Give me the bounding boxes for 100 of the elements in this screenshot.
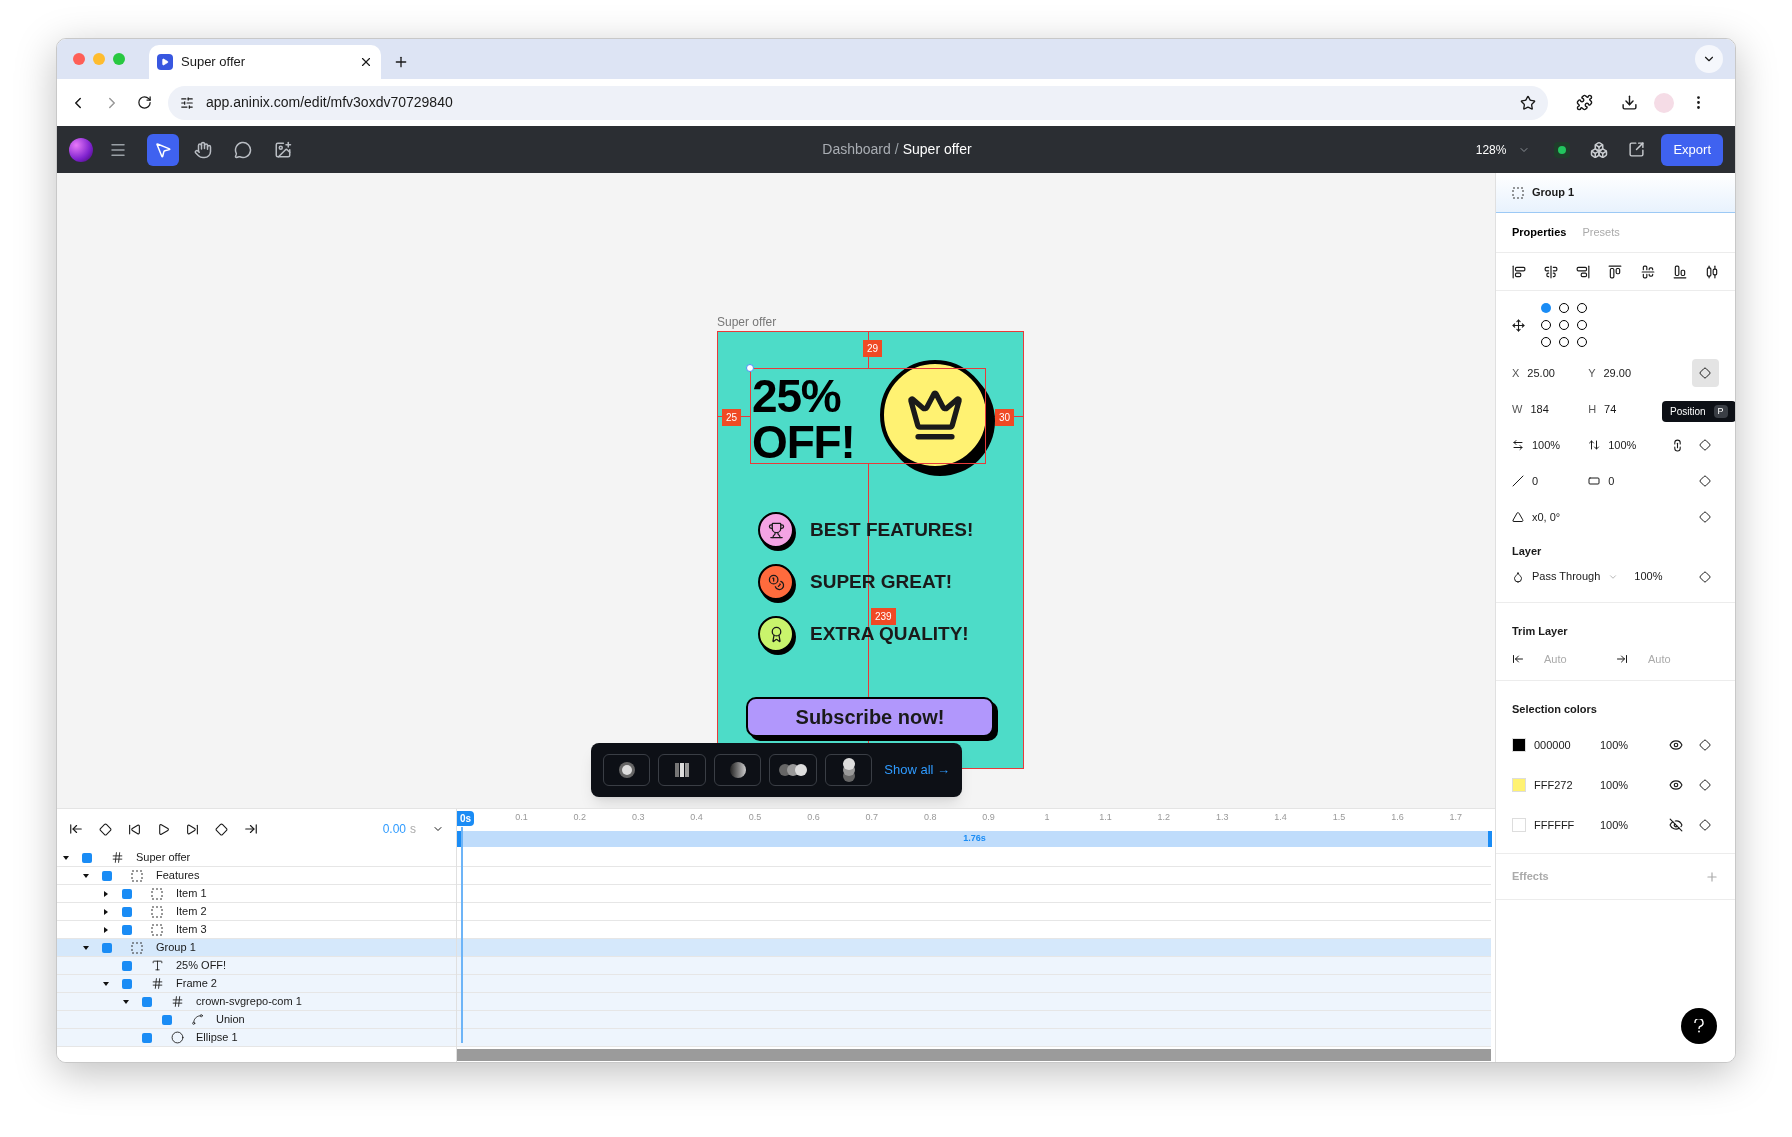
layer-row[interactable]: Item 3	[57, 921, 456, 939]
distribute-icon[interactable]	[1704, 264, 1719, 279]
property-field[interactable]: 100%	[1512, 436, 1589, 454]
property-field[interactable]: x0, 0°	[1512, 508, 1589, 526]
layer-row[interactable]: Group 1	[57, 939, 456, 957]
extensions-icon[interactable]	[1576, 94, 1593, 111]
eye-icon[interactable]	[1669, 738, 1683, 752]
layer-row[interactable]: Frame 2	[57, 975, 456, 993]
breadcrumb-item[interactable]: Dashboard	[822, 139, 891, 160]
expanded-caret-icon[interactable]	[62, 853, 70, 862]
share-icon[interactable]	[1628, 141, 1646, 158]
layer-row[interactable]: Item 1	[57, 885, 456, 903]
select-tool-button[interactable]	[147, 133, 179, 166]
anchor-point[interactable]	[1541, 337, 1551, 347]
previous-keyframe-icon[interactable]	[99, 822, 112, 836]
property-field[interactable]: Y 29.00	[1588, 364, 1665, 382]
panel-tab[interactable]: Properties	[1512, 224, 1567, 241]
help-button[interactable]	[1681, 1008, 1717, 1044]
anchor-point[interactable]	[1541, 320, 1551, 330]
collapsed-caret-icon[interactable]	[102, 889, 110, 898]
color-opacity[interactable]: 100%	[1600, 816, 1669, 834]
horizontal-scrollbar[interactable]	[457, 1049, 1491, 1061]
collapsed-caret-icon[interactable]	[102, 925, 110, 934]
download-icon[interactable]	[1621, 94, 1638, 111]
keyframe-button[interactable]	[1691, 359, 1719, 387]
property-field[interactable]: 0	[1512, 472, 1589, 490]
expanded-caret-icon[interactable]	[82, 871, 90, 880]
layer-row[interactable]: 25% OFF!	[57, 957, 456, 975]
bookmark-star-icon[interactable]	[1520, 94, 1536, 111]
anchor-point[interactable]	[1577, 320, 1587, 330]
step-forward-icon[interactable]	[186, 822, 199, 836]
eye-icon[interactable]	[1669, 778, 1683, 792]
preset-button[interactable]	[658, 754, 706, 786]
logo-icon[interactable]	[69, 137, 93, 162]
property-field[interactable]: 0	[1588, 472, 1665, 490]
align-top-icon[interactable]	[1608, 264, 1623, 279]
blend-mode[interactable]: Pass Through	[1532, 568, 1601, 585]
preset-button[interactable]	[713, 754, 762, 786]
preset-button[interactable]	[769, 754, 817, 786]
visibility-toggle[interactable]	[122, 924, 132, 935]
align-left-icon[interactable]	[1512, 264, 1526, 279]
layer-row[interactable]: crown-svgrepo-com 1	[57, 993, 456, 1011]
expanded-caret-icon[interactable]	[102, 979, 110, 988]
layer-row[interactable]: Item 2	[57, 903, 456, 921]
color-hex[interactable]: FFF272	[1534, 776, 1600, 794]
color-swatch[interactable]	[1512, 738, 1526, 752]
site-settings-icon[interactable]	[180, 95, 194, 110]
layer-row[interactable]: Super offer	[57, 849, 456, 867]
components-icon[interactable]	[1590, 140, 1609, 159]
property-field[interactable]: W 184	[1512, 400, 1589, 418]
align-bottom-icon[interactable]	[1672, 264, 1687, 279]
visibility-toggle[interactable]	[142, 1032, 152, 1043]
expanded-caret-icon[interactable]	[82, 943, 90, 952]
preset-button[interactable]	[824, 754, 873, 786]
close-icon[interactable]	[359, 55, 373, 69]
visibility-toggle[interactable]	[162, 1014, 172, 1025]
anchor-point[interactable]	[1577, 337, 1587, 347]
color-hex[interactable]: FFFFFF	[1534, 816, 1600, 834]
address-field[interactable]: app.aninix.com/edit/mfv3oxdv70729840	[168, 85, 1548, 120]
resize-handle[interactable]	[746, 364, 754, 372]
align-middle-icon[interactable]	[1640, 264, 1655, 279]
visibility-toggle[interactable]	[142, 996, 152, 1007]
color-hex[interactable]: 000000	[1534, 736, 1600, 754]
color-opacity[interactable]: 100%	[1600, 776, 1669, 794]
preset-button[interactable]	[603, 754, 651, 786]
play-icon[interactable]	[157, 822, 170, 836]
export-button[interactable]: Export	[1661, 133, 1723, 166]
jump-to-start-icon[interactable]	[69, 822, 83, 836]
expanded-caret-icon[interactable]	[122, 997, 130, 1006]
next-keyframe-icon[interactable]	[215, 822, 228, 836]
color-swatch[interactable]	[1512, 778, 1526, 792]
anchor-point[interactable]	[1559, 303, 1569, 313]
new-tab-icon[interactable]	[393, 54, 409, 70]
color-opacity[interactable]: 100%	[1600, 736, 1669, 754]
browser-tab[interactable]: Super offer	[149, 45, 381, 79]
jump-to-end-icon[interactable]	[244, 822, 258, 836]
visibility-toggle[interactable]	[122, 978, 132, 989]
reload-icon[interactable]	[137, 95, 152, 110]
anchor-point[interactable]	[1559, 337, 1569, 347]
color-swatch[interactable]	[1512, 818, 1526, 832]
visibility-toggle[interactable]	[82, 852, 92, 863]
collapsed-caret-icon[interactable]	[102, 907, 110, 916]
anchor-point[interactable]	[1577, 303, 1587, 313]
property-field[interactable]: X 25.00	[1512, 364, 1589, 382]
layer-row[interactable]: Union	[57, 1011, 456, 1029]
visibility-toggle[interactable]	[122, 906, 132, 917]
step-back-icon[interactable]	[128, 822, 141, 836]
layer-opacity[interactable]: 100%	[1634, 568, 1663, 585]
eye-off-icon[interactable]	[1669, 818, 1683, 832]
layer-row[interactable]: Ellipse 1	[57, 1029, 456, 1047]
align-right-icon[interactable]	[1576, 264, 1591, 279]
layer-row[interactable]: Features	[57, 867, 456, 885]
visibility-toggle[interactable]	[102, 942, 112, 953]
property-field[interactable]: H 74	[1588, 400, 1665, 418]
visibility-toggle[interactable]	[122, 888, 132, 899]
anchor-point[interactable]	[1559, 320, 1569, 330]
align-center-icon[interactable]	[1544, 264, 1559, 279]
visibility-toggle[interactable]	[122, 960, 132, 971]
visibility-toggle[interactable]	[102, 870, 112, 881]
zoom-level[interactable]: 128%	[1475, 140, 1507, 159]
